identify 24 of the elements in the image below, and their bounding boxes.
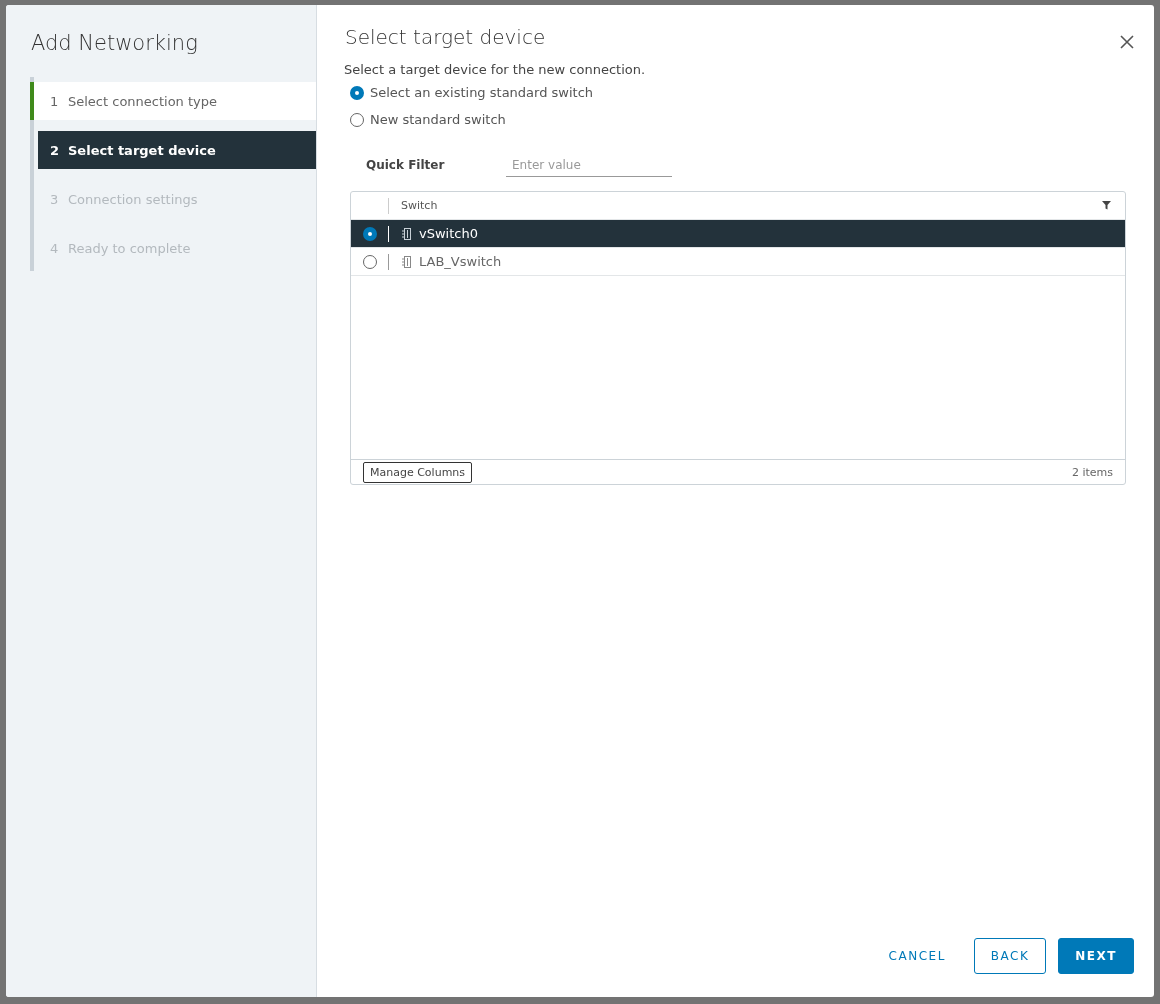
manage-columns-button[interactable]: Manage Columns [363,461,473,483]
next-button[interactable]: NEXT [1058,938,1134,974]
description: Select a target device for the new connection. [344,62,647,77]
back-button[interactable]: BACK [973,938,1047,974]
filter-label: Quick Filter [366,158,446,174]
table-cell: LAB_Vswitch [419,254,502,269]
table-row[interactable]: LAB_Vswitch [351,248,1125,276]
switch-icon [401,226,413,241]
item-count: 2 items [1071,465,1113,479]
filter-icon[interactable] [1102,201,1111,210]
row-radio[interactable] [362,226,377,241]
wizard-title: Add Networking [30,31,199,55]
switch-icon [401,254,413,269]
radio-option[interactable]: Select an existing standard switch [350,85,1134,100]
row-radio[interactable] [362,254,377,269]
radio-option[interactable]: New standard switch [350,112,1134,127]
page-title: Select target device [345,25,546,49]
wizard-step[interactable]: 2 Select target device [38,131,316,169]
table-row[interactable]: vSwitch0 [351,220,1125,248]
wizard-step[interactable]: 1 Select connection type [30,82,316,120]
cancel-button[interactable]: CANCEL [872,938,962,974]
column-header[interactable]: Switch [401,199,1102,212]
close-icon[interactable] [1120,35,1134,49]
table-cell: vSwitch0 [419,226,478,241]
